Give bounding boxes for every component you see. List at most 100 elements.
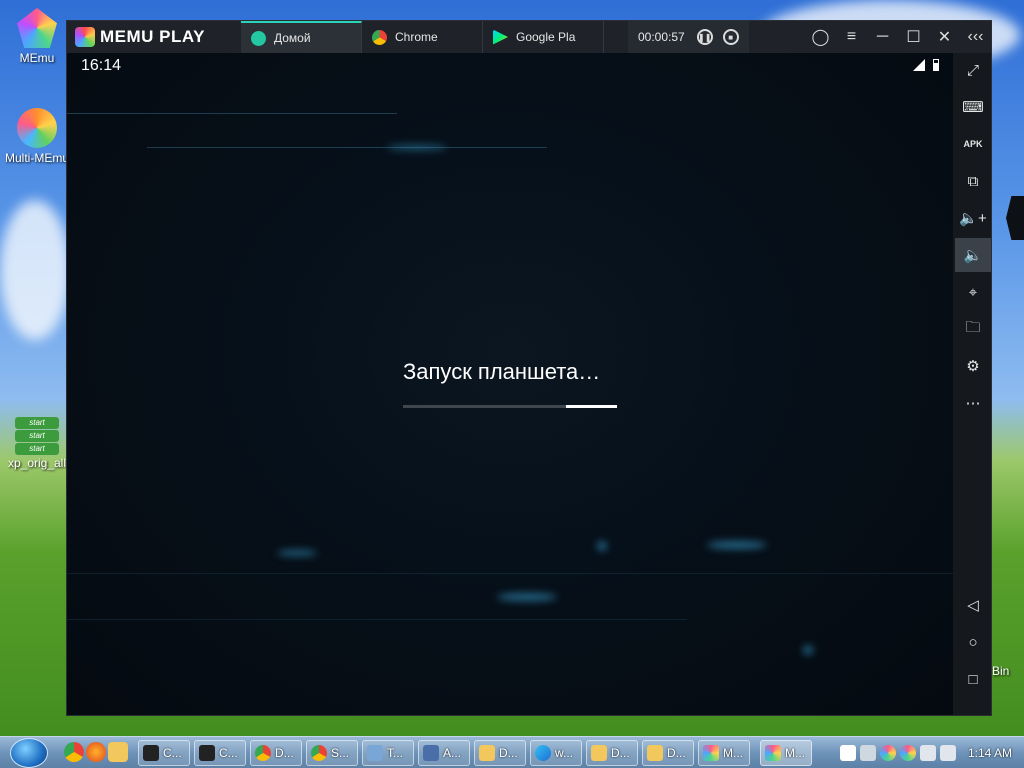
fullscreen-icon[interactable]: ⤢ [955, 53, 991, 87]
signal-icon [913, 59, 925, 71]
pause-icon[interactable]: ❚❚ [696, 29, 713, 45]
taskbar-item[interactable]: C... [194, 740, 246, 766]
progress-fill [565, 405, 617, 408]
memu-tray-icon[interactable] [900, 745, 916, 761]
stop-icon[interactable]: ■ [722, 29, 739, 45]
taskbar-item[interactable]: A... [418, 740, 470, 766]
title-bar: MEMU PLAY Домой Chrome Google Pla 00:00:… [67, 21, 991, 53]
maximize-icon[interactable]: ☐ [898, 21, 929, 53]
apk-label: APK [963, 139, 983, 149]
home-icon[interactable]: ○ [955, 625, 991, 659]
taskbar-item[interactable]: D... [642, 740, 694, 766]
app-window-icon [367, 745, 383, 761]
brand-name: MEMU PLAY [100, 27, 205, 46]
app-window-icon [423, 745, 439, 761]
7zip-icon [143, 745, 159, 761]
start-button[interactable] [10, 738, 48, 768]
taskbar-item[interactable]: D... [474, 740, 526, 766]
decor-glow [277, 550, 317, 556]
explorer-quicklaunch-icon[interactable] [108, 742, 128, 762]
memu-logo-icon [75, 27, 95, 47]
decor-glow [497, 593, 557, 601]
taskbar-item[interactable]: D... [250, 740, 302, 766]
decor-line [67, 113, 397, 114]
status-time: 16:14 [81, 57, 122, 74]
chrome-quicklaunch-icon[interactable] [64, 742, 84, 762]
taskbar-item[interactable]: C... [138, 740, 190, 766]
back-icon[interactable]: ◁ [955, 588, 991, 622]
desktop-icon-xp-orig[interactable]: start start start xp_orig_all [4, 414, 70, 470]
volume-muted-icon[interactable] [940, 745, 956, 761]
folder-icon [591, 745, 607, 761]
tab-google-play[interactable]: Google Pla [483, 21, 604, 53]
recording-controls: 00:00:57 ❚❚ ■ [628, 21, 749, 53]
taskbar: C... C... D... S... T... A... D... w... … [0, 736, 1024, 768]
taskbar-clock[interactable]: 1:14 AM [968, 746, 1012, 760]
battery-icon [933, 59, 939, 71]
memu-brand: MEMU PLAY [67, 21, 241, 53]
decor-line [67, 573, 953, 574]
desktop-icon-label: MEmu [19, 51, 55, 65]
memu-app-icon [17, 8, 57, 48]
memu-tray-icon[interactable] [880, 745, 896, 761]
taskbar-item-active[interactable]: M... [760, 740, 812, 766]
multi-memu-app-icon [17, 108, 57, 148]
taskbar-item[interactable]: M... [698, 740, 750, 766]
collapse-sidebar-icon[interactable]: ‹‹‹ [960, 21, 991, 53]
shield-icon[interactable] [840, 745, 856, 761]
recents-icon[interactable]: □ [955, 662, 991, 696]
settings-icon[interactable]: ⚙ [955, 349, 991, 383]
home-app-icon [251, 30, 266, 46]
taskbar-item[interactable]: D... [586, 740, 638, 766]
loading-progress-bar [403, 405, 617, 408]
menu-icon[interactable]: ≡ [836, 21, 867, 53]
7zip-icon [199, 745, 215, 761]
decor-glow [803, 645, 813, 655]
location-icon[interactable]: ⌖ [955, 275, 991, 309]
window-controls: ◯ ≡ ─ ☐ ✕ ‹‹‹ [805, 21, 991, 53]
expand-panel-handle[interactable] [1006, 196, 1024, 240]
memu-window: MEMU PLAY Домой Chrome Google Pla 00:00:… [66, 20, 992, 716]
taskbar-item[interactable]: w... [530, 740, 582, 766]
memu-icon [765, 745, 781, 761]
account-icon[interactable]: ◯ [805, 21, 836, 53]
folder-icon [647, 745, 663, 761]
volume-down-icon[interactable]: 🔈 [955, 238, 991, 272]
taskbar-item[interactable]: T... [362, 740, 414, 766]
more-icon[interactable]: ⋯ [955, 386, 991, 420]
cloud-icon[interactable] [860, 745, 876, 761]
taskbar-item[interactable]: S... [306, 740, 358, 766]
firefox-quicklaunch-icon[interactable] [86, 742, 106, 762]
folder-icon [479, 745, 495, 761]
minimize-icon[interactable]: ─ [867, 21, 898, 53]
multi-window-icon[interactable]: ⧉ [955, 164, 991, 198]
decor-glow [387, 145, 447, 150]
decor-line [67, 619, 687, 620]
decor-glow [707, 541, 767, 549]
desktop-icon-label: Multi-MEmu [4, 151, 69, 165]
tab-label: Chrome [395, 30, 438, 44]
xp-shortcut-icon: start start start [4, 414, 70, 456]
tab-chrome[interactable]: Chrome [362, 21, 483, 53]
recording-timer: 00:00:57 [638, 30, 685, 44]
keyboard-icon[interactable]: ⌨ [955, 90, 991, 124]
android-screen[interactable]: 16:14 Запуск планшета… [67, 53, 953, 715]
google-play-icon [493, 29, 508, 45]
edge-icon [535, 745, 551, 761]
desktop-icon-memu[interactable]: MEmu [4, 8, 70, 65]
apk-icon[interactable]: APK [955, 127, 991, 161]
chrome-icon [255, 745, 271, 761]
volume-up-icon[interactable]: 🔈+ [955, 201, 991, 235]
recycle-bin-label-fragment[interactable]: Bin [992, 664, 1009, 678]
tab-label: Домой [274, 31, 311, 45]
system-tray [840, 745, 956, 761]
desktop-icon-multi-memu[interactable]: Multi-MEmu [4, 108, 70, 165]
decor-line [147, 147, 547, 148]
tab-label: Google Pla [516, 30, 576, 44]
tab-home[interactable]: Домой [241, 21, 362, 53]
sky-cloud [0, 200, 70, 340]
loading-message: Запуск планшета… [403, 359, 601, 384]
folder-icon[interactable]: 🗀 [955, 312, 991, 346]
close-icon[interactable]: ✕ [929, 21, 960, 53]
network-icon[interactable] [920, 745, 936, 761]
